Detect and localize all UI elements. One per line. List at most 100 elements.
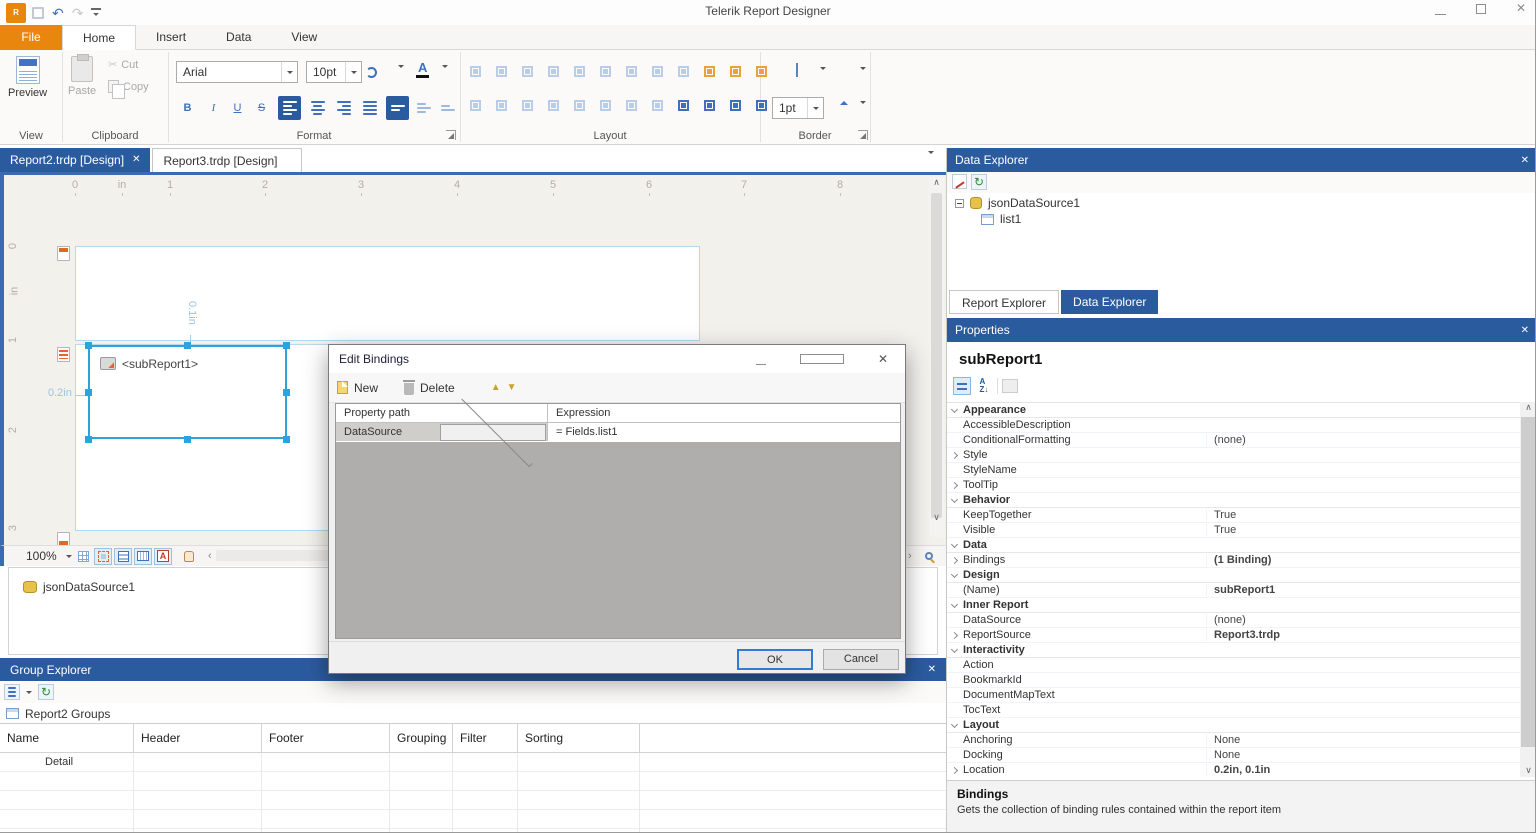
- doc-tab-list-dropdown-icon[interactable]: [928, 154, 934, 166]
- show-grid-icon[interactable]: [74, 548, 92, 565]
- property-path-dropdown-icon[interactable]: [440, 424, 546, 441]
- column-header[interactable]: Name: [0, 724, 134, 753]
- decrease-vertical-spacing-icon[interactable]: [623, 98, 640, 113]
- page-header-section[interactable]: [75, 246, 700, 341]
- align-centers-icon[interactable]: [493, 64, 510, 79]
- cut-button[interactable]: ✂ Cut: [108, 58, 138, 71]
- property-category-row[interactable]: Interactivity: [947, 643, 1520, 658]
- property-row[interactable]: AnchoringNone: [947, 733, 1520, 748]
- property-row[interactable]: Style: [947, 448, 1520, 463]
- binding-row[interactable]: DataSource = Fields.list1: [336, 423, 900, 442]
- align-rights-icon[interactable]: [519, 64, 536, 79]
- close-button[interactable]: ✕: [1516, 1, 1526, 15]
- property-row[interactable]: ReportSourceReport3.trdp: [947, 628, 1520, 643]
- arrange-icon[interactable]: [753, 64, 770, 79]
- show-ruler-icon[interactable]: [134, 548, 152, 565]
- same-height-icon[interactable]: [649, 64, 666, 79]
- align-middle-button[interactable]: [412, 96, 435, 120]
- group-view-mode-dropdown-icon[interactable]: [26, 691, 32, 697]
- canvas-vertical-scrollbar[interactable]: ∧ ∨: [929, 177, 944, 537]
- properties-close-icon[interactable]: ✕: [1521, 325, 1529, 336]
- scroll-down-icon[interactable]: ∨: [1520, 765, 1536, 776]
- center-in-form-icon[interactable]: [727, 64, 744, 79]
- increase-vertical-spacing-icon[interactable]: [597, 98, 614, 113]
- undo-icon[interactable]: ↶: [52, 5, 64, 22]
- property-value[interactable]: Report3.trdp: [1206, 629, 1520, 641]
- property-row[interactable]: BookmarkId: [947, 673, 1520, 688]
- column-header[interactable]: Grouping: [390, 724, 453, 753]
- property-category-row[interactable]: Inner Report: [947, 598, 1520, 613]
- zoom-level[interactable]: 100%: [26, 549, 64, 563]
- align-middles-icon[interactable]: [571, 64, 588, 79]
- resize-handle[interactable]: [283, 342, 290, 349]
- justify-button[interactable]: [358, 96, 381, 120]
- datasource-component[interactable]: jsonDataSource1: [23, 580, 135, 594]
- show-text-markers-icon[interactable]: A: [154, 548, 172, 565]
- remove-vertical-spacing-icon[interactable]: [649, 98, 666, 113]
- property-row[interactable]: DataSource(none): [947, 613, 1520, 628]
- property-category-row[interactable]: Design: [947, 568, 1520, 583]
- scroll-right-icon[interactable]: ›: [908, 550, 912, 562]
- equal-horizontal-spacing-icon[interactable]: [467, 98, 484, 113]
- property-row[interactable]: DocumentMapText: [947, 688, 1520, 703]
- tab-home[interactable]: Home: [62, 25, 136, 50]
- font-name-combobox[interactable]: Arial: [176, 61, 298, 83]
- column-header[interactable]: Header: [134, 724, 262, 753]
- page-header-section-icon[interactable]: [57, 246, 70, 261]
- column-header[interactable]: Footer: [262, 724, 390, 753]
- group-explorer-root[interactable]: Report2 Groups: [0, 704, 946, 723]
- scroll-up-icon[interactable]: ∧: [929, 177, 944, 188]
- show-sections-icon[interactable]: [114, 548, 132, 565]
- property-category-row[interactable]: Appearance: [947, 403, 1520, 418]
- ok-button[interactable]: OK: [737, 649, 813, 670]
- resize-handle[interactable]: [184, 342, 191, 349]
- property-row[interactable]: AccessibleDescription: [947, 418, 1520, 433]
- tab-report-explorer[interactable]: Report Explorer: [949, 290, 1059, 314]
- scrollbar-thumb[interactable]: [1521, 417, 1536, 747]
- group-view-mode-icon[interactable]: [4, 684, 20, 700]
- cancel-button[interactable]: Cancel: [823, 649, 899, 670]
- group-explorer-close-icon[interactable]: ✕: [928, 664, 936, 675]
- property-value[interactable]: True: [1206, 524, 1520, 536]
- restore-button[interactable]: [1476, 4, 1486, 14]
- detail-section-icon[interactable]: [57, 347, 70, 362]
- property-category-row[interactable]: Layout: [947, 718, 1520, 733]
- tab-data-explorer[interactable]: Data Explorer: [1061, 290, 1158, 314]
- same-width-icon[interactable]: [623, 64, 640, 79]
- property-value[interactable]: True: [1206, 509, 1520, 521]
- redo-icon[interactable]: ↷: [72, 5, 84, 22]
- refresh-datasource-icon[interactable]: ↻: [971, 174, 987, 190]
- font-color-dropdown-icon[interactable]: [442, 68, 448, 80]
- align-bottom-button[interactable]: [436, 96, 459, 120]
- property-value[interactable]: (none): [1206, 614, 1520, 626]
- background-color-dropdown-icon[interactable]: [398, 68, 404, 80]
- property-value[interactable]: (1 Binding): [1206, 554, 1520, 566]
- fit-to-page-icon[interactable]: [701, 64, 718, 79]
- snap-to-grid-icon[interactable]: [94, 548, 112, 565]
- doc-tab-report3[interactable]: Report3.trdp [Design]: [152, 148, 302, 172]
- property-pages-icon[interactable]: [1002, 379, 1018, 393]
- doc-tab-close-icon[interactable]: ✕: [132, 148, 140, 172]
- property-row[interactable]: DockingNone: [947, 748, 1520, 763]
- property-value[interactable]: 0.2in, 0.1in: [1206, 764, 1520, 776]
- save-icon[interactable]: [32, 7, 44, 19]
- resize-handle[interactable]: [85, 342, 92, 349]
- scroll-up-icon[interactable]: ∧: [1520, 402, 1536, 413]
- align-center-button[interactable]: [306, 96, 329, 120]
- align-right-button[interactable]: [332, 96, 355, 120]
- resize-handle[interactable]: [283, 389, 290, 396]
- property-row[interactable]: (Name)subReport1: [947, 583, 1520, 598]
- property-value[interactable]: None: [1206, 749, 1520, 761]
- font-color-button[interactable]: BA: [416, 60, 429, 75]
- resize-handle[interactable]: [85, 389, 92, 396]
- categorized-view-icon[interactable]: [953, 377, 971, 395]
- dialog-maximize-icon[interactable]: [800, 354, 844, 364]
- doc-tab-report2[interactable]: Report2.trdp [Design] ✕: [0, 148, 150, 172]
- bold-button[interactable]: B: [176, 96, 199, 120]
- preview-button[interactable]: Preview: [8, 56, 47, 99]
- align-left-button[interactable]: [278, 96, 301, 120]
- dialog-minimize-icon[interactable]: [756, 354, 766, 365]
- tree-node-list1[interactable]: list1: [947, 211, 1536, 227]
- column-header[interactable]: Sorting: [518, 724, 640, 753]
- send-backward-icon[interactable]: [753, 98, 770, 113]
